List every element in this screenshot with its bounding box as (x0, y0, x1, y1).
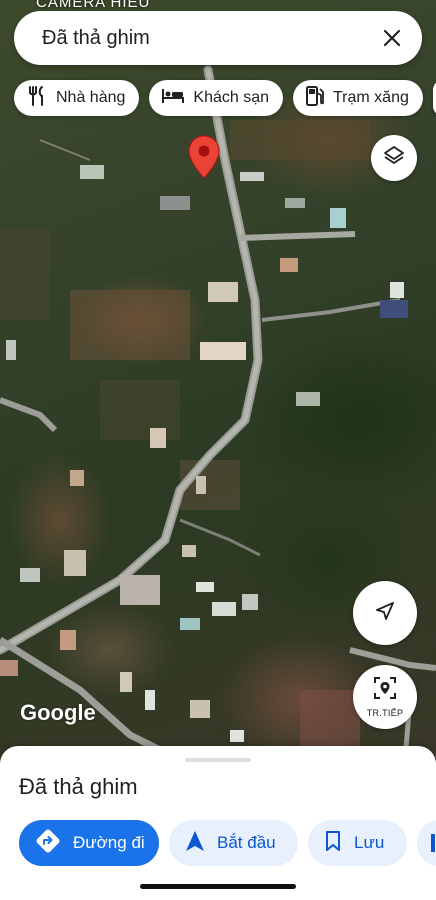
chip-label: Trạm xăng (333, 89, 409, 106)
save-button[interactable]: Lưu (308, 820, 407, 866)
gas-station-icon (305, 85, 325, 112)
save-label: Lưu (354, 833, 385, 852)
restaurant-icon (26, 85, 48, 112)
sheet-grabber[interactable] (185, 758, 251, 762)
chip-label: Khách sạn (193, 89, 269, 106)
directions-button[interactable]: Đường đi (19, 820, 159, 866)
navigation-icon (185, 830, 205, 857)
layers-icon (383, 145, 405, 172)
search-input[interactable]: Đã thả ghim (42, 27, 380, 50)
chip-hotels[interactable]: Khách sạn (149, 80, 283, 116)
layers-button[interactable] (371, 135, 417, 181)
more-action-button[interactable] (417, 820, 436, 866)
dropped-pin-icon[interactable] (187, 134, 221, 180)
next-button-label: TR.TIẾP (366, 708, 404, 718)
place-title: Đã thả ghim (19, 774, 138, 799)
category-chips: Nhà hàng Khách sạn Trạm xăng (14, 80, 436, 116)
navigation-arrow-icon (374, 600, 396, 627)
map-top-caption: CAMERA HIEU (36, 0, 151, 11)
start-button[interactable]: Bắt đầu (169, 820, 298, 866)
directions-label: Đường đi (73, 833, 145, 852)
hotel-icon (161, 86, 185, 111)
next-button[interactable]: TR.TIẾP (353, 665, 417, 729)
bottom-sheet[interactable]: Đã thả ghim Đường đi Bắt đầu Lưu (0, 746, 436, 900)
directions-icon (35, 828, 61, 859)
close-icon[interactable] (380, 26, 404, 50)
chip-gas-stations[interactable]: Trạm xăng (293, 80, 423, 116)
bookmark-icon (324, 830, 342, 857)
action-buttons: Đường đi Bắt đầu Lưu (19, 820, 436, 866)
chip-restaurants[interactable]: Nhà hàng (14, 80, 140, 116)
search-bar[interactable]: Đã thả ghim (14, 11, 422, 65)
start-label: Bắt đầu (217, 833, 276, 852)
chip-label: Nhà hàng (56, 89, 126, 106)
home-indicator[interactable] (140, 884, 296, 889)
google-logo: Google (20, 700, 96, 725)
location-pin-scan-icon (373, 676, 397, 705)
my-location-button[interactable] (353, 581, 417, 645)
